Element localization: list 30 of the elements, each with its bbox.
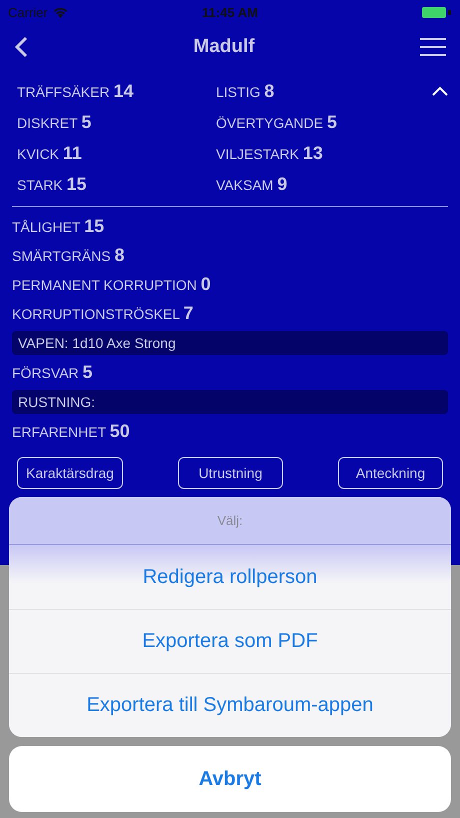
stat-label: FÖRSVAR 5 xyxy=(12,361,94,384)
stat-label: DISKRET 5 xyxy=(17,111,92,134)
stat-label: VAKSAM 9 xyxy=(216,173,288,196)
stat-label: KORRUPTIONSTRÖSKEL 7 xyxy=(12,302,194,325)
stat-label: LISTIG 8 xyxy=(216,80,276,103)
stat-label: ÖVERTYGANDE 5 xyxy=(216,111,338,134)
section-button[interactable]: Karaktärsdrag xyxy=(17,457,123,489)
back-icon[interactable] xyxy=(14,36,28,58)
nav-title: Madulf xyxy=(193,36,255,58)
info-bar: VAPEN: 1d10 Axe Strong xyxy=(12,331,448,355)
section-button[interactable]: Utrustning xyxy=(178,457,283,489)
cancel-button[interactable]: Avbryt xyxy=(9,746,451,812)
stat-label: SMÄRTGRÄNS 8 xyxy=(12,244,126,267)
status-time: 11:45 AM xyxy=(202,4,258,20)
stat-label: PERMANENT KORRUPTION 0 xyxy=(12,273,212,296)
stat-label: TÅLIGHET 15 xyxy=(12,215,106,238)
sheet-title: Välj: xyxy=(9,497,451,545)
carrier-label: Carrier xyxy=(8,4,48,20)
info-bar: RUSTNING: xyxy=(12,390,448,414)
stat-label: VILJESTARK 13 xyxy=(216,142,324,165)
action-button[interactable]: Exportera till Symbaroum-appen xyxy=(9,673,451,737)
stat-label: ERFARENHET 50 xyxy=(12,420,131,443)
battery-icon xyxy=(422,6,452,18)
wifi-icon xyxy=(52,6,68,18)
stat-label: TRÄFFSÄKER 14 xyxy=(17,80,134,103)
stat-label: KVICK 11 xyxy=(17,142,83,165)
section-button[interactable]: Anteckning xyxy=(338,457,443,489)
chevron-up-icon[interactable] xyxy=(432,86,448,96)
stat-label: STARK 15 xyxy=(17,173,88,196)
menu-icon[interactable] xyxy=(420,37,446,57)
